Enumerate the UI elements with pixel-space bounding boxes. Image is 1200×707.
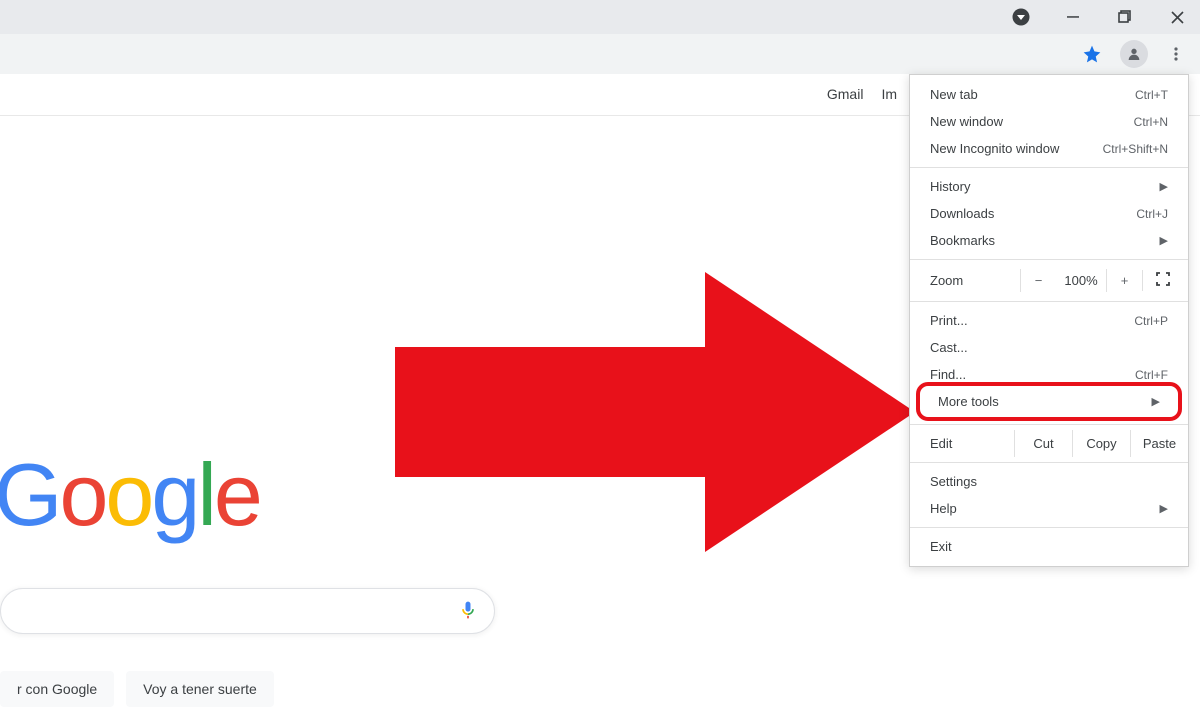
window-titlebar bbox=[0, 0, 1200, 34]
menu-shortcut: Ctrl+N bbox=[1134, 115, 1168, 129]
menu-item-settings[interactable]: Settings bbox=[910, 468, 1188, 495]
logo-letter: o bbox=[105, 444, 151, 546]
menu-shortcut: Ctrl+J bbox=[1136, 207, 1168, 221]
bookmark-star-icon[interactable] bbox=[1078, 40, 1106, 68]
menu-item-incognito[interactable]: New Incognito window Ctrl+Shift+N bbox=[910, 135, 1188, 162]
maximize-button[interactable] bbox=[1110, 2, 1140, 32]
zoom-in-button[interactable]: + bbox=[1106, 269, 1142, 292]
fullscreen-button[interactable] bbox=[1142, 270, 1182, 291]
profile-avatar-icon[interactable] bbox=[1120, 40, 1148, 68]
menu-label: Find... bbox=[930, 367, 966, 382]
edit-cut-button[interactable]: Cut bbox=[1014, 430, 1072, 457]
minimize-button[interactable] bbox=[1058, 2, 1088, 32]
menu-item-new-tab[interactable]: New tab Ctrl+T bbox=[910, 81, 1188, 108]
menu-label: Cast... bbox=[930, 340, 968, 355]
menu-separator bbox=[910, 167, 1188, 168]
menu-label: Exit bbox=[930, 539, 952, 554]
search-input[interactable] bbox=[17, 602, 450, 620]
account-indicator-icon[interactable] bbox=[1006, 2, 1036, 32]
menu-separator bbox=[910, 259, 1188, 260]
menu-item-find[interactable]: Find... Ctrl+F bbox=[910, 361, 1188, 382]
menu-label: History bbox=[930, 179, 970, 194]
menu-item-new-window[interactable]: New window Ctrl+N bbox=[910, 108, 1188, 135]
menu-label: Settings bbox=[930, 474, 977, 489]
menu-label: Help bbox=[930, 501, 957, 516]
menu-label: Downloads bbox=[930, 206, 994, 221]
menu-label: Zoom bbox=[930, 273, 1020, 288]
logo-letter: l bbox=[197, 444, 214, 546]
menu-shortcut: Ctrl+Shift+N bbox=[1103, 142, 1168, 156]
menu-edit-row: Edit Cut Copy Paste bbox=[910, 430, 1188, 457]
submenu-chevron-icon: ▶ bbox=[1160, 180, 1168, 193]
close-button[interactable] bbox=[1162, 2, 1192, 32]
google-logo: Google bbox=[0, 444, 260, 546]
menu-shortcut: Ctrl+T bbox=[1135, 88, 1168, 102]
menu-item-help[interactable]: Help ▶ bbox=[910, 495, 1188, 522]
menu-shortcut: Ctrl+P bbox=[1134, 314, 1168, 328]
menu-separator bbox=[910, 301, 1188, 302]
submenu-chevron-icon: ▶ bbox=[1160, 502, 1168, 515]
browser-toolbar bbox=[0, 34, 1200, 74]
menu-separator bbox=[910, 462, 1188, 463]
menu-item-exit[interactable]: Exit bbox=[910, 533, 1188, 560]
menu-label: Bookmarks bbox=[930, 233, 995, 248]
menu-zoom-row: Zoom − 100% + bbox=[910, 265, 1188, 296]
logo-letter: g bbox=[151, 444, 197, 546]
menu-label: Print... bbox=[930, 313, 968, 328]
google-search-button[interactable]: r con Google bbox=[0, 671, 114, 707]
submenu-chevron-icon: ▶ bbox=[1152, 395, 1160, 408]
microphone-icon[interactable] bbox=[458, 598, 478, 625]
chrome-main-menu: New tab Ctrl+T New window Ctrl+N New Inc… bbox=[909, 74, 1189, 567]
images-link[interactable]: Im bbox=[881, 86, 897, 102]
menu-shortcut: Ctrl+F bbox=[1135, 368, 1168, 382]
logo-letter: e bbox=[214, 444, 260, 546]
menu-separator bbox=[910, 424, 1188, 425]
menu-label: More tools bbox=[938, 394, 999, 409]
menu-label: New window bbox=[930, 114, 1003, 129]
menu-item-bookmarks[interactable]: Bookmarks ▶ bbox=[910, 227, 1188, 254]
edit-copy-button[interactable]: Copy bbox=[1072, 430, 1130, 457]
kebab-menu-icon[interactable] bbox=[1162, 40, 1190, 68]
menu-separator bbox=[910, 527, 1188, 528]
edit-paste-button[interactable]: Paste bbox=[1130, 430, 1188, 457]
logo-letter: G bbox=[0, 444, 59, 546]
menu-item-downloads[interactable]: Downloads Ctrl+J bbox=[910, 200, 1188, 227]
gmail-link[interactable]: Gmail bbox=[827, 86, 864, 102]
page-content: Gmail Im Google r con Google Voy a tener… bbox=[0, 74, 1200, 675]
menu-item-print[interactable]: Print... Ctrl+P bbox=[910, 307, 1188, 334]
search-box[interactable] bbox=[0, 588, 495, 634]
menu-label: New tab bbox=[930, 87, 978, 102]
menu-label: Edit bbox=[910, 430, 1014, 457]
menu-label: New Incognito window bbox=[930, 141, 1059, 156]
submenu-chevron-icon: ▶ bbox=[1160, 234, 1168, 247]
im-feeling-lucky-button[interactable]: Voy a tener suerte bbox=[126, 671, 274, 707]
annotation-arrow-icon bbox=[395, 272, 915, 555]
zoom-out-button[interactable]: − bbox=[1020, 269, 1056, 292]
menu-item-cast[interactable]: Cast... bbox=[910, 334, 1188, 361]
menu-item-more-tools[interactable]: More tools ▶ bbox=[934, 388, 1164, 415]
logo-letter: o bbox=[59, 444, 105, 546]
zoom-level: 100% bbox=[1056, 273, 1106, 288]
annotation-highlight: More tools ▶ bbox=[916, 382, 1182, 421]
menu-item-history[interactable]: History ▶ bbox=[910, 173, 1188, 200]
